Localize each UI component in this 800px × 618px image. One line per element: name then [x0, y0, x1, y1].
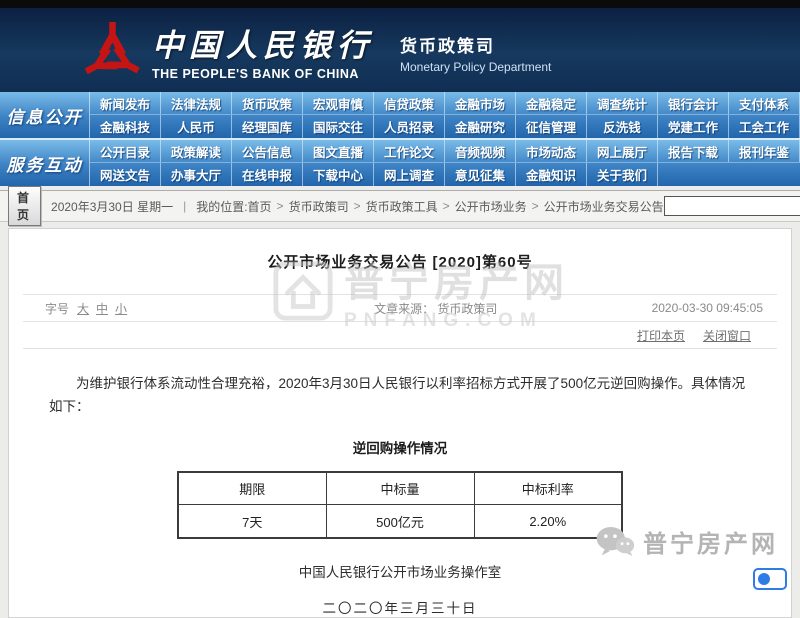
- nav-item-announcements[interactable]: 公告信息: [232, 140, 303, 162]
- source-value: 货币政策司: [437, 301, 498, 316]
- breadcrumb-divider: |: [183, 199, 187, 213]
- nav-item-report-download[interactable]: 报告下载: [658, 140, 729, 162]
- nav-item-accounting[interactable]: 银行会计: [658, 92, 729, 114]
- nav-item-market-trends[interactable]: 市场动态: [516, 140, 587, 162]
- home-button[interactable]: 首 页: [8, 186, 42, 226]
- reverse-repo-table: 期限 中标量 中标利率 7天 500亿元 2.20%: [177, 470, 623, 539]
- nav-item-download-center[interactable]: 下载中心: [303, 163, 374, 186]
- nav-item-party-building[interactable]: 党建工作: [658, 115, 729, 138]
- source-label: 文章来源：: [374, 301, 435, 316]
- nav-item-financial-markets[interactable]: 金融市场: [445, 92, 516, 114]
- nav-item-credit-info[interactable]: 征信管理: [516, 115, 587, 138]
- top-black-strip: [0, 0, 800, 8]
- print-page-link[interactable]: 打印本页: [637, 327, 685, 344]
- nav-section-information: 信息公开 新闻发布 法律法规 货币政策 宏观审慎 信贷政策 金融市场 金融稳定 …: [0, 92, 800, 140]
- nav-item-credit-policy[interactable]: 信贷政策: [374, 92, 445, 114]
- department-name-english: Monetary Policy Department: [400, 60, 552, 74]
- fontsize-small-link[interactable]: 小: [115, 300, 127, 317]
- table-header-rate: 中标利率: [473, 471, 623, 506]
- nav-item-periodicals[interactable]: 报刊年鉴: [729, 140, 800, 162]
- table-cell-term: 7天: [177, 504, 327, 539]
- publish-datetime: 2020-03-30 09:45:05: [651, 301, 763, 315]
- department-name-chinese: 货币政策司: [400, 37, 495, 56]
- nav-item-news[interactable]: 新闻发布: [90, 92, 161, 114]
- fontsize-large-link[interactable]: 大: [77, 300, 89, 317]
- nav-item-audio-video[interactable]: 音频视频: [445, 140, 516, 162]
- nav-section-services: 服务互动 公开目录 政策解读 公告信息 图文直播 工作论文 音频视频 市场动态 …: [0, 140, 800, 186]
- nav-item-statistics[interactable]: 调查统计: [587, 92, 658, 114]
- breadcrumb-separator: >: [531, 199, 539, 213]
- table-header-row: 期限 中标量 中标利率: [177, 471, 623, 506]
- breadcrumb-location-home[interactable]: 我的位置:首页: [196, 198, 271, 215]
- breadcrumb-item-omo-announcements[interactable]: 公开市场业务交易公告: [544, 198, 664, 215]
- nav-item-international[interactable]: 国际交往: [303, 115, 374, 138]
- page-corner-widget[interactable]: [753, 568, 787, 590]
- nav-item-financial-stability[interactable]: 金融稳定: [516, 92, 587, 114]
- nav-item-open-directory[interactable]: 公开目录: [90, 140, 161, 162]
- article-actions-row: 打印本页 关闭窗口: [23, 322, 777, 349]
- table-row: 7天 500亿元 2.20%: [177, 504, 623, 539]
- nav-item-online-filing[interactable]: 在线申报: [232, 163, 303, 186]
- article-meta-row: 字号 大 中 小 文章来源： 货币政策司 2020-03-30 09:45:05: [23, 294, 777, 322]
- nav-item-online-documents[interactable]: 网送文告: [90, 163, 161, 186]
- nav-item-macroprudential[interactable]: 宏观审慎: [303, 92, 374, 114]
- nav-item-payment-system[interactable]: 支付体系: [729, 92, 800, 114]
- breadcrumb-item-tools[interactable]: 货币政策工具: [366, 198, 438, 215]
- nav-item-live-broadcast[interactable]: 图文直播: [303, 140, 374, 162]
- article-sign-date: 二〇二〇年三月三十日: [322, 600, 478, 616]
- breadcrumb-separator: >: [276, 199, 284, 213]
- fontsize-medium-link[interactable]: 中: [96, 300, 108, 317]
- table-header-term: 期限: [177, 471, 327, 506]
- nav-item-monetary-policy[interactable]: 货币政策: [232, 92, 303, 114]
- article-page: 公开市场业务交易公告 [2020]第60号 字号 大 中 小 文章来源： 货币政…: [8, 228, 792, 618]
- article-title: 公开市场业务交易公告 [2020]第60号: [267, 254, 533, 271]
- nav-item-labor-union[interactable]: 工会工作: [729, 115, 800, 138]
- breadcrumb-separator: >: [353, 199, 361, 213]
- nav-item-online-gallery[interactable]: 网上展厅: [587, 140, 658, 162]
- bank-name-chinese: 中国人民银行: [152, 27, 374, 63]
- nav-item-financial-knowledge[interactable]: 金融知识: [516, 163, 587, 186]
- search-input[interactable]: [663, 196, 800, 216]
- nav-item-recruitment[interactable]: 人员招录: [374, 115, 445, 138]
- nav-item-renminbi[interactable]: 人民币: [161, 115, 232, 138]
- breadcrumb-separator: >: [442, 199, 450, 213]
- nav-item-anti-money-laundering[interactable]: 反洗钱: [587, 115, 658, 138]
- nav-item-about-us[interactable]: 关于我们: [587, 163, 658, 186]
- nav-item-policy-interpretation[interactable]: 政策解读: [161, 140, 232, 162]
- nav-section-label-services: 服务互动: [0, 140, 90, 186]
- close-window-link[interactable]: 关闭窗口: [703, 327, 751, 344]
- nav-filler: [658, 163, 729, 186]
- site-masthead: 中国人民银行 THE PEOPLE'S BANK OF CHINA 货币政策司 …: [0, 8, 800, 92]
- table-header-volume: 中标量: [325, 471, 475, 506]
- article-body-paragraph: 为维护银行体系流动性合理充裕，2020年3月30日人民银行以利率招标方式开展了5…: [49, 376, 746, 414]
- table-cell-rate: 2.20%: [473, 504, 623, 539]
- nav-item-treasury[interactable]: 经理国库: [232, 115, 303, 138]
- breadcrumb-item-omo[interactable]: 公开市场业务: [455, 198, 527, 215]
- table-cell-volume: 500亿元: [325, 504, 475, 539]
- fontsize-label: 字号: [45, 301, 70, 316]
- nav-item-fintech[interactable]: 金融科技: [90, 115, 161, 138]
- current-date: 2020年3月30日 星期一: [51, 199, 174, 214]
- nav-item-research[interactable]: 金融研究: [445, 115, 516, 138]
- nav-item-working-papers[interactable]: 工作论文: [374, 140, 445, 162]
- breadcrumb-item-mpd[interactable]: 货币政策司: [289, 198, 349, 215]
- nav-item-laws[interactable]: 法律法规: [161, 92, 232, 114]
- bank-name-english: THE PEOPLE'S BANK OF CHINA: [152, 66, 359, 81]
- nav-item-service-hall[interactable]: 办事大厅: [161, 163, 232, 186]
- nav-item-online-survey[interactable]: 网上调查: [374, 163, 445, 186]
- nav-section-label-information: 信息公开: [0, 92, 90, 138]
- pboc-logo-icon: [84, 22, 140, 75]
- article-signature: 中国人民银行公开市场业务操作室: [298, 564, 502, 580]
- breadcrumb: 我的位置:首页 > 货币政策司 > 货币政策工具 > 公开市场业务 > 公开市场…: [196, 198, 663, 215]
- nav-item-solicit-opinions[interactable]: 意见征集: [445, 163, 516, 186]
- breadcrumb-bar: 首 页 2020年3月30日 星期一 | 我的位置:首页 > 货币政策司 > 货…: [0, 186, 800, 226]
- corner-widget-icon: [758, 573, 770, 585]
- table-title: 逆回购操作情况: [352, 440, 448, 456]
- nav-filler: [729, 163, 800, 186]
- main-navigation: 信息公开 新闻发布 法律法规 货币政策 宏观审慎 信贷政策 金融市场 金融稳定 …: [0, 92, 800, 186]
